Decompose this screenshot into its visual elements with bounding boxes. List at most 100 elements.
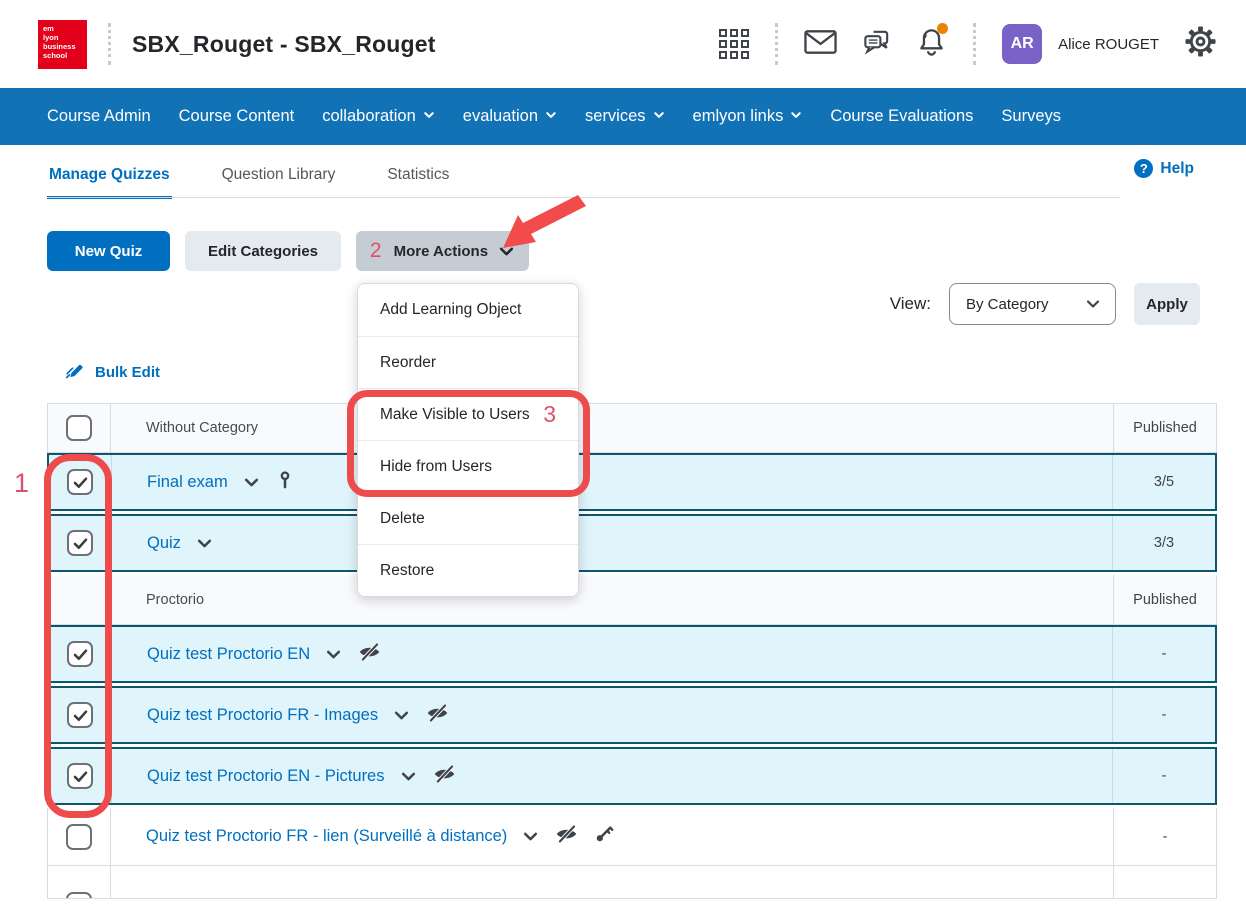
chevron-down-icon[interactable] <box>325 646 342 663</box>
chevron-down-icon[interactable] <box>243 474 260 491</box>
course-title: SBX_Rouget - SBX_Rouget <box>132 31 436 58</box>
toolbar: New Quiz Edit Categories 2 More Actions <box>47 231 1246 271</box>
gear-icon[interactable] <box>1185 26 1216 62</box>
top-header: em lyon business school SBX_Rouget - SBX… <box>0 0 1246 88</box>
menu-item-reorder[interactable]: Reorder <box>358 336 578 388</box>
bulk-edit-button[interactable]: Bulk Edit <box>65 361 1246 383</box>
quiz-link[interactable]: Quiz test Proctorio FR - Images <box>147 706 378 725</box>
menu-item-label: Restore <box>380 562 434 580</box>
checkbox-cell <box>48 808 111 865</box>
app-grid-icon[interactable] <box>719 29 749 59</box>
row-checkbox[interactable] <box>66 892 92 899</box>
row-checkbox[interactable] <box>67 763 93 789</box>
chevron-down-icon[interactable] <box>400 768 417 785</box>
quiz-link[interactable]: Quiz <box>147 534 181 553</box>
help-label: Help <box>1160 160 1194 178</box>
select-all-checkbox[interactable] <box>66 415 92 441</box>
published-column-header: Published <box>1113 575 1216 624</box>
table-row: Quiz 3/3 <box>47 514 1217 572</box>
chevron-down-icon <box>790 107 802 126</box>
checkbox-cell <box>49 688 112 742</box>
tab-question-library[interactable]: Question Library <box>220 166 338 199</box>
emlyon-logo: em lyon business school <box>38 20 87 69</box>
more-actions-button[interactable]: 2 More Actions <box>356 231 529 271</box>
view-category-select[interactable]: By Category <box>949 283 1116 325</box>
chevron-down-icon <box>1085 296 1101 312</box>
row-checkbox[interactable] <box>66 824 92 850</box>
divider-dots <box>108 23 111 65</box>
chevron-down-icon[interactable] <box>393 707 410 724</box>
hidden-from-users-icon <box>555 824 578 849</box>
menu-item-label: Add Learning Object <box>380 301 521 319</box>
published-count: 3/3 <box>1112 516 1215 570</box>
published-column-header: Published <box>1113 404 1216 452</box>
more-actions-menu: Add Learning Object ReorderMake Visible t… <box>357 283 579 597</box>
nav-item-emlyon-links[interactable]: emlyon links <box>693 107 803 126</box>
category-label: Without Category <box>146 420 258 436</box>
published-count: - <box>1112 627 1215 681</box>
menu-item-restore[interactable]: Restore <box>358 544 578 596</box>
row-checkbox[interactable] <box>67 641 93 667</box>
divider-dots <box>973 23 976 65</box>
category-label: Proctorio <box>146 592 204 608</box>
tab-statistics[interactable]: Statistics <box>385 166 451 199</box>
nav-item-surveys[interactable]: Surveys <box>1001 107 1061 126</box>
nav-item-evaluation[interactable]: evaluation <box>463 107 557 126</box>
view-selected-option: By Category <box>966 296 1049 313</box>
table-row: Final exam 3/5 <box>47 453 1217 511</box>
chevron-down-icon <box>653 107 665 126</box>
chevron-down-icon[interactable] <box>196 535 213 552</box>
table-row-partial <box>47 866 1217 899</box>
more-actions-label: More Actions <box>394 243 488 260</box>
chevron-down-icon <box>498 243 515 260</box>
help-button[interactable]: ? Help <box>1134 159 1194 178</box>
divider-dots <box>775 23 778 65</box>
row-checkbox[interactable] <box>67 469 93 495</box>
apply-button[interactable]: Apply <box>1134 283 1200 325</box>
nav-item-label: Surveys <box>1001 107 1061 126</box>
email-icon[interactable] <box>804 29 837 60</box>
nav-item-course-content[interactable]: Course Content <box>179 107 295 126</box>
checkbox-cell <box>49 749 112 803</box>
menu-item-delete[interactable]: Delete <box>358 492 578 544</box>
table-row: Quiz test Proctorio FR - lien (Surveillé… <box>47 808 1217 866</box>
pencil-icon <box>65 360 86 385</box>
checkbox-cell <box>48 866 111 898</box>
menu-item-make-visible-to-users[interactable]: Make Visible to Users3 <box>358 388 578 440</box>
chat-icon[interactable] <box>861 26 892 62</box>
quiz-link[interactable]: Final exam <box>147 473 228 492</box>
quiz-link[interactable]: Quiz test Proctorio FR - lien (Surveillé… <box>146 827 507 846</box>
table-row: Quiz test Proctorio EN - Pictures- <box>47 747 1217 805</box>
nav-item-collaboration[interactable]: collaboration <box>322 107 435 126</box>
checkbox-cell <box>49 516 112 570</box>
chevron-down-icon <box>545 107 557 126</box>
user-name[interactable]: Alice ROUGET <box>1058 36 1159 53</box>
annotation-step-2: 2 <box>370 239 382 263</box>
quiz-link[interactable]: Quiz test Proctorio EN <box>147 645 310 664</box>
menu-item-add-learning-object[interactable]: Add Learning Object <box>358 284 578 336</box>
menu-item-label: Hide from Users <box>380 458 492 476</box>
row-checkbox[interactable] <box>67 702 93 728</box>
annotation-step-3: 3 <box>543 401 556 428</box>
nav-item-label: emlyon links <box>693 107 784 126</box>
menu-item-hide-from-users[interactable]: Hide from Users <box>358 440 578 492</box>
row-checkbox[interactable] <box>67 530 93 556</box>
checkbox-cell <box>48 404 111 452</box>
tab-manage-quizzes[interactable]: Manage Quizzes <box>47 166 172 199</box>
checkbox-cell <box>49 627 112 681</box>
nav-item-course-admin[interactable]: Course Admin <box>47 107 151 126</box>
edit-categories-button[interactable]: Edit Categories <box>185 231 341 271</box>
published-count: 3/5 <box>1112 455 1215 509</box>
bulk-edit-label: Bulk Edit <box>95 364 160 381</box>
quiz-link[interactable]: Quiz test Proctorio EN - Pictures <box>147 767 385 786</box>
annotation-step-1: 1 <box>14 468 29 499</box>
avatar[interactable]: AR <box>1002 24 1042 64</box>
nav-item-services[interactable]: services <box>585 107 665 126</box>
tab-divider <box>47 197 1120 198</box>
key-icon <box>276 469 294 495</box>
chevron-down-icon[interactable] <box>522 828 539 845</box>
table-row: Quiz test Proctorio FR - Images- <box>47 686 1217 744</box>
nav-item-course-evaluations[interactable]: Course Evaluations <box>830 107 973 126</box>
notifications-icon[interactable] <box>916 26 947 62</box>
new-quiz-button[interactable]: New Quiz <box>47 231 170 271</box>
